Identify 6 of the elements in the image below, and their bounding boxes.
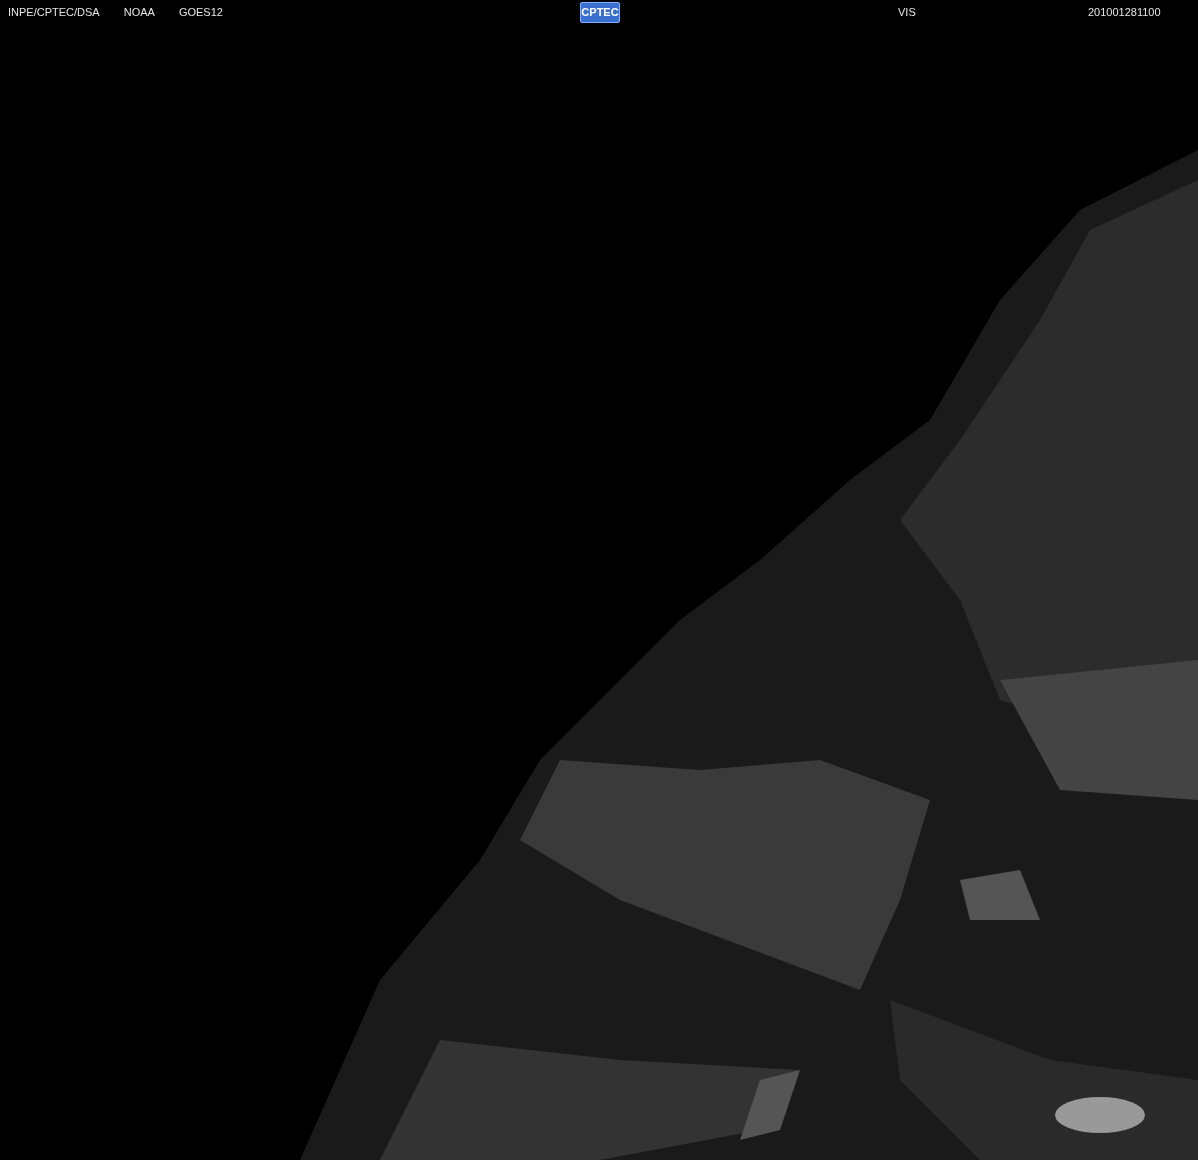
logo: CPTEC — [580, 1, 620, 23]
timestamp: 201001281100 — [1088, 4, 1161, 20]
credit-label: GOES12 — [178, 4, 223, 20]
channel-label: VIS — [897, 4, 917, 20]
credit-label: NOAA — [123, 4, 155, 20]
credit-label: INPE/CPTEC/DSA — [8, 4, 100, 20]
